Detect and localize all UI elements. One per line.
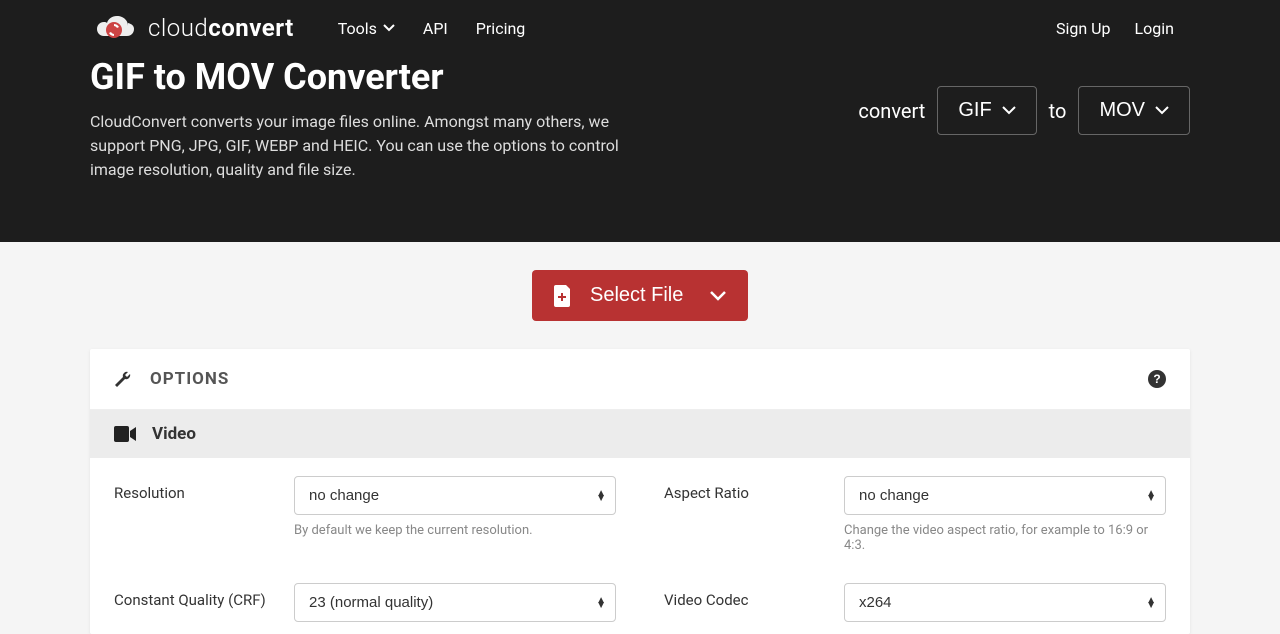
resolution-label: Resolution — [114, 476, 284, 502]
options-title: OPTIONS — [150, 369, 229, 389]
nav-login[interactable]: Login — [1135, 19, 1174, 38]
page-description: CloudConvert converts your image files o… — [90, 110, 630, 182]
video-codec-label: Video Codec — [664, 583, 834, 609]
to-label: to — [1049, 99, 1067, 123]
aspect-ratio-label: Aspect Ratio — [664, 476, 834, 502]
video-icon — [114, 426, 136, 442]
convert-label: convert — [858, 99, 925, 123]
video-section-title: Video — [152, 424, 196, 444]
page-title: GIF to MOV Converter — [90, 56, 630, 98]
nav-signup[interactable]: Sign Up — [1056, 19, 1111, 38]
chevron-down-icon — [1155, 106, 1169, 115]
options-panel: OPTIONS ? Video Resolution no change — [90, 349, 1190, 634]
svg-text:?: ? — [1153, 372, 1160, 386]
resolution-select[interactable]: no change — [294, 476, 616, 515]
wrench-icon — [114, 370, 132, 388]
to-format-value: MOV — [1099, 99, 1145, 122]
nav-pricing[interactable]: Pricing — [476, 19, 526, 38]
from-format-value: GIF — [958, 99, 991, 122]
logo-text: cloudconvert — [148, 14, 294, 42]
select-file-label: Select File — [590, 284, 683, 307]
logo-icon — [90, 12, 138, 44]
chevron-down-icon — [710, 291, 726, 301]
aspect-ratio-select[interactable]: no change — [844, 476, 1166, 515]
aspect-ratio-help: Change the video aspect ratio, for examp… — [844, 523, 1166, 553]
nav-api[interactable]: API — [423, 19, 448, 38]
to-format-button[interactable]: MOV — [1078, 86, 1190, 135]
from-format-button[interactable]: GIF — [937, 86, 1036, 135]
chevron-down-icon — [383, 24, 395, 32]
logo[interactable]: cloudconvert — [90, 12, 294, 44]
file-add-icon — [554, 285, 572, 307]
crf-select[interactable]: 23 (normal quality) — [294, 583, 616, 622]
nav-tools[interactable]: Tools — [338, 19, 395, 38]
chevron-down-icon — [1002, 106, 1016, 115]
video-codec-select[interactable]: x264 — [844, 583, 1166, 622]
crf-label: Constant Quality (CRF) — [114, 583, 284, 609]
resolution-help: By default we keep the current resolutio… — [294, 523, 616, 538]
help-icon[interactable]: ? — [1148, 370, 1166, 388]
select-file-button[interactable]: Select File — [532, 270, 748, 321]
nav-tools-label: Tools — [338, 19, 377, 38]
